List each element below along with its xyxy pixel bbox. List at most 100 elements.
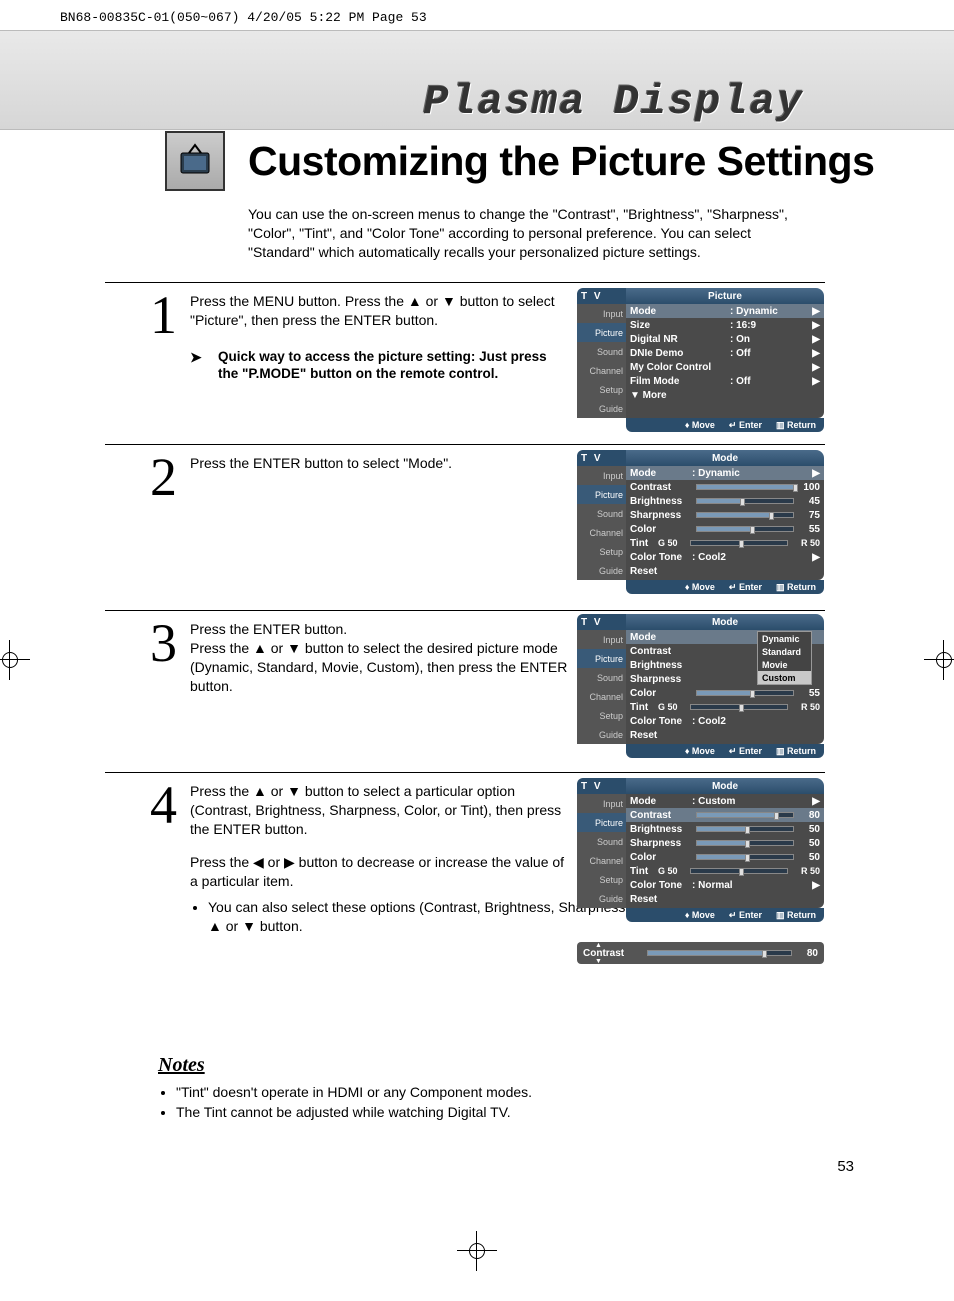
registration-mark-icon [0, 640, 30, 680]
step-text: Press the ENTER button to select "Mode". [190, 454, 570, 473]
osd-footer-enter: ↵ Enter [729, 420, 762, 431]
note-item: "Tint" doesn't operate in HDMI or any Co… [176, 1083, 818, 1103]
step-number: 1 [150, 294, 177, 337]
osd-side-item: Channel [577, 851, 626, 870]
osd-row: Digital NR : On ▶ [626, 332, 824, 346]
registration-mark-icon [457, 1231, 497, 1271]
osd-row: DNIe Demo : Off ▶ [626, 346, 824, 360]
osd-row: Mode : Dynamic ▶ [626, 304, 824, 318]
osd-dropdown-item: Custom [758, 671, 811, 684]
osd-main: Mode : Custom ▶ Contrast 80 Brightness 5… [626, 794, 824, 908]
osd-footer-return: ▥ Return [776, 746, 816, 757]
osd-tv-label: T V [577, 778, 626, 794]
step-text: Press the ▲ or ▼ button to select a part… [190, 782, 570, 839]
osd-title: Mode [626, 778, 824, 794]
step-text: Press the MENU button. Press the ▲ or ▼ … [190, 292, 570, 330]
osd-side-item: Guide [577, 399, 626, 418]
osd-row: Color Tone : Cool2 [626, 714, 824, 728]
osd-row: Color Tone : Cool2 ▶ [626, 550, 824, 564]
osd-row: ▼ More [626, 388, 824, 402]
osd-row: Tint G 50 R 50 [626, 536, 824, 550]
osd-row: Reset [626, 728, 824, 742]
osd-side-item: Setup [577, 706, 626, 725]
osd-footer-return: ▥ Return [776, 420, 816, 431]
contrast-adjust-bar: Contrast 80 [577, 942, 824, 964]
osd-side-item: Channel [577, 361, 626, 380]
osd-side-item: Guide [577, 725, 626, 744]
osd-side-item: Guide [577, 561, 626, 580]
osd-footer-return: ▥ Return [776, 582, 816, 593]
divider [105, 282, 825, 283]
osd-tv-label: T V [577, 450, 626, 466]
divider [105, 610, 825, 611]
osd-row: Contrast 80 [626, 808, 824, 822]
osd-side-item: Sound [577, 832, 626, 851]
step-text-2: Press the ◀ or ▶ button to decrease or i… [190, 853, 570, 891]
osd-side-item: Sound [577, 668, 626, 687]
osd-row: Tint G 50 R 50 [626, 864, 824, 878]
contrast-label: Contrast [583, 948, 643, 959]
osd-side-item: Input [577, 466, 626, 485]
osd-sidebar: Input Picture Sound Channel Setup Guide [577, 466, 626, 580]
osd-side-item: Picture [577, 813, 626, 832]
osd-footer: ♦ Move ↵ Enter ▥ Return [626, 580, 824, 594]
osd-row: Mode : Custom ▶ [626, 794, 824, 808]
page-title: Customizing the Picture Settings [248, 138, 874, 185]
osd-row: Color Tone : Normal ▶ [626, 878, 824, 892]
osd-row: Sharpness 75 [626, 508, 824, 522]
step-number: 4 [150, 784, 177, 827]
osd-dropdown-item: Standard [758, 645, 811, 658]
osd-title: Picture [626, 288, 824, 304]
osd-row: Color 55 [626, 686, 824, 700]
notes-heading: Notes [158, 1054, 818, 1077]
osd-title: Mode [626, 614, 824, 630]
intro-paragraph: You can use the on-screen menus to chang… [248, 205, 798, 262]
osd-row: My Color Control ▶ [626, 360, 824, 374]
osd-side-item: Picture [577, 485, 626, 504]
osd-row: Brightness 45 [626, 494, 824, 508]
osd-mode-dropdown: T V Mode Input Picture Sound Channel Set… [577, 614, 824, 758]
osd-side-item: Input [577, 630, 626, 649]
osd-side-item: Picture [577, 649, 626, 668]
osd-row: Color 50 [626, 850, 824, 864]
osd-row: Tint G 50 R 50 [626, 700, 824, 714]
osd-side-item: Guide [577, 889, 626, 908]
osd-dropdown-item: Movie [758, 658, 811, 671]
osd-footer-move: ♦ Move [685, 420, 715, 430]
osd-footer-move: ♦ Move [685, 582, 715, 592]
osd-side-item: Channel [577, 523, 626, 542]
osd-row: Reset [626, 892, 824, 906]
osd-row: Film Mode : Off ▶ [626, 374, 824, 388]
osd-row: Size : 16:9 ▶ [626, 318, 824, 332]
osd-side-item: Channel [577, 687, 626, 706]
osd-title: Mode [626, 450, 824, 466]
osd-main: Mode Contrast Brightness Sharpness Color… [626, 630, 824, 744]
contrast-slider [647, 950, 792, 956]
osd-sidebar: Input Picture Sound Channel Setup Guide [577, 794, 626, 908]
osd-row: Brightness 50 [626, 822, 824, 836]
osd-picture-menu: T V Picture Input Picture Sound Channel … [577, 288, 824, 432]
note-item: The Tint cannot be adjusted while watchi… [176, 1103, 818, 1123]
osd-mode-menu: T V Mode Input Picture Sound Channel Set… [577, 450, 824, 594]
osd-side-item: Setup [577, 380, 626, 399]
osd-main: Mode : Dynamic ▶ Contrast 100 Brightness… [626, 466, 824, 580]
step-number: 2 [150, 456, 177, 499]
osd-side-item: Sound [577, 504, 626, 523]
step-number: 3 [150, 622, 177, 665]
contrast-value: 80 [796, 948, 818, 959]
page-number: 53 [837, 1158, 854, 1175]
step-text: Press the ENTER button. Press the ▲ or ▼… [190, 620, 570, 696]
osd-dropdown-item: Dynamic [758, 632, 811, 645]
registration-mark-icon [924, 640, 954, 680]
osd-tv-label: T V [577, 288, 626, 304]
osd-footer: ♦ Move ↵ Enter ▥ Return [626, 908, 824, 922]
divider [105, 772, 825, 773]
osd-side-item: Input [577, 304, 626, 323]
osd-sidebar: Input Picture Sound Channel Setup Guide [577, 630, 626, 744]
osd-row: Sharpness 50 [626, 836, 824, 850]
osd-side-item: Picture [577, 323, 626, 342]
print-header: BN68-00835C-01(050~067) 4/20/05 5:22 PM … [60, 10, 427, 25]
osd-row: Contrast 100 [626, 480, 824, 494]
osd-sidebar: Input Picture Sound Channel Setup Guide [577, 304, 626, 418]
display-title: Plasma Display [423, 78, 804, 126]
